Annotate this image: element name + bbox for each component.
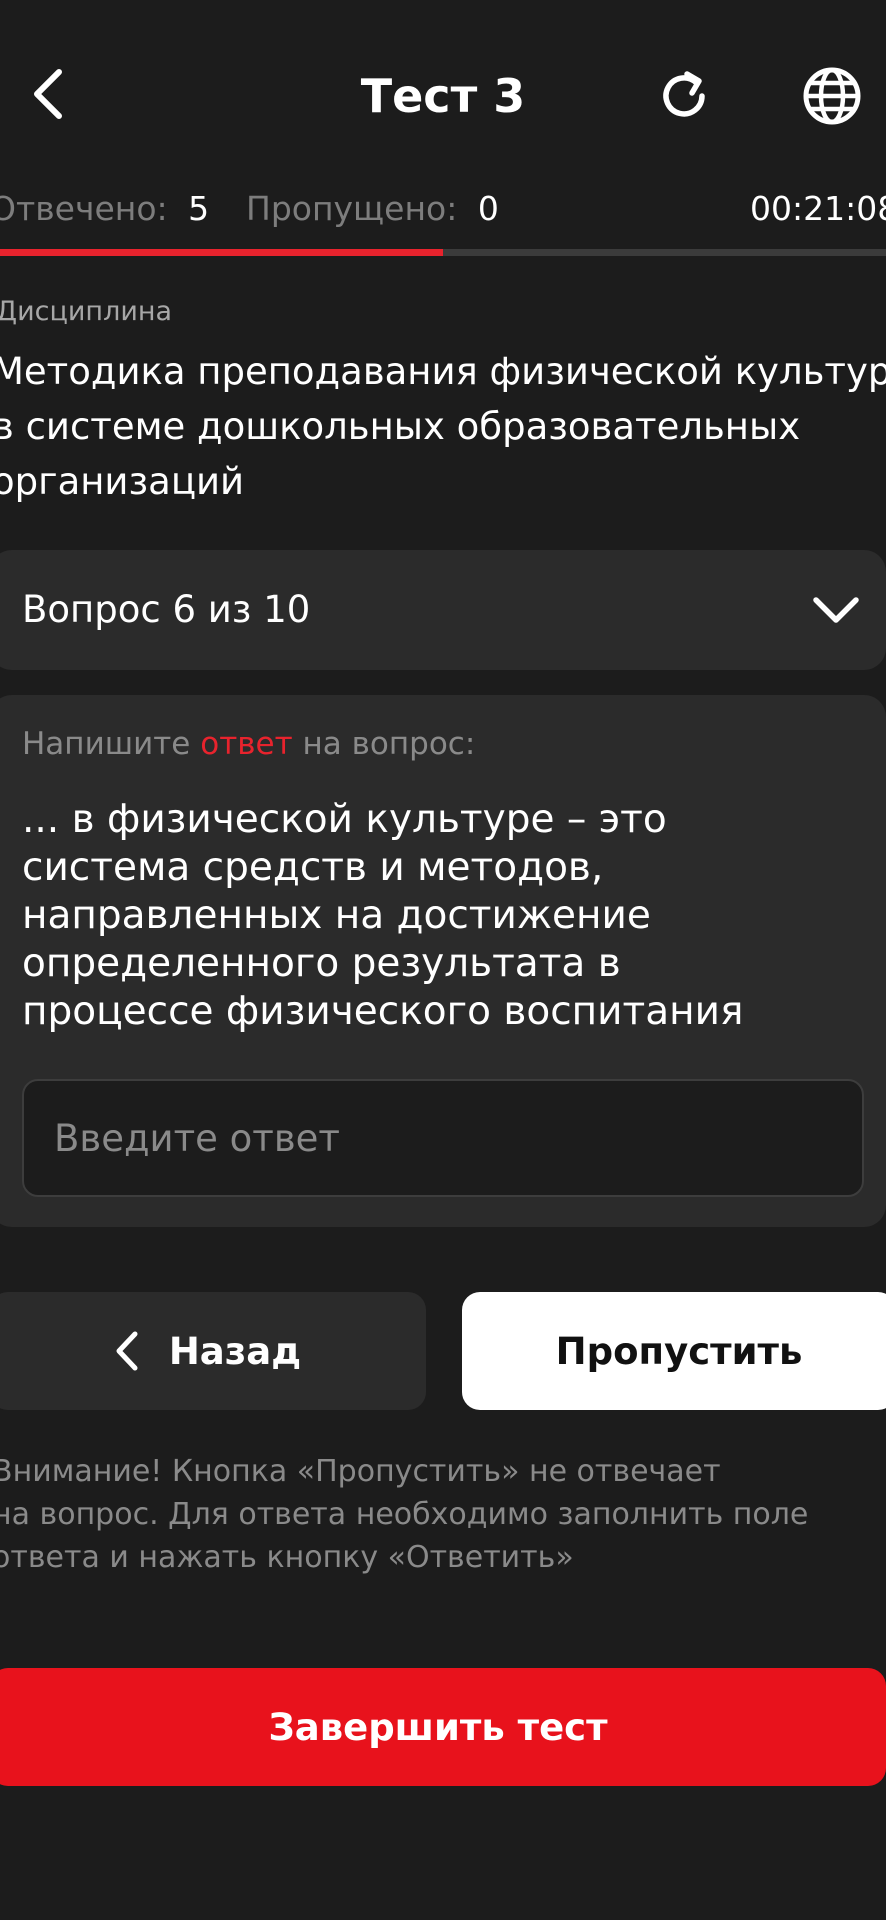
finish-test-button[interactable]: Завершить тест — [0, 1668, 886, 1786]
skipped-stat: Пропущено: 0 — [246, 186, 499, 232]
discipline-label: Дисциплина — [0, 296, 173, 327]
answered-value: 5 — [188, 189, 210, 228]
question-prompt-accent: ответ — [200, 726, 293, 762]
discipline-name: Методика преподавания физической культур… — [0, 344, 886, 509]
skipped-value: 0 — [477, 189, 499, 228]
language-button[interactable] — [800, 64, 864, 128]
question-text-line: процессе физического воспитания — [22, 989, 744, 1034]
finish-test-label: Завершить тест — [268, 1705, 608, 1749]
question-text-line: ... в физической культуре – это — [22, 797, 667, 842]
discipline-name-line: организаций — [0, 460, 245, 503]
discipline-name-line: в системе дошкольных образовательных — [0, 405, 801, 448]
skip-warning-line: на вопрос. Для ответа необходимо заполни… — [0, 1497, 809, 1532]
question-prompt: Напишите ответ на вопрос: — [22, 720, 475, 768]
question-selector-toggle[interactable] — [808, 586, 864, 634]
question-text: ... в физической культуре – это система … — [22, 796, 862, 1036]
answered-stat: Отвечено: 5 — [0, 186, 209, 232]
skip-button[interactable]: Пропустить — [462, 1292, 886, 1410]
chevron-left-icon — [116, 1331, 138, 1371]
question-prompt-after: на вопрос: — [292, 726, 476, 762]
back-nav-label: Назад — [168, 1329, 302, 1373]
question-text-line: определенного результата в — [22, 941, 621, 986]
answered-label: Отвечено: — [0, 189, 168, 228]
question-text-line: система средств и методов, — [22, 845, 604, 890]
discipline-name-line: Методика преподавания физической культур… — [0, 350, 886, 393]
chevron-down-icon — [813, 597, 859, 623]
page-title: Тест 3 — [360, 69, 526, 123]
skipped-label: Пропущено: — [246, 189, 458, 228]
timer: 00:21:08 — [750, 189, 886, 228]
answer-input[interactable] — [22, 1079, 864, 1197]
progress-fill — [0, 249, 443, 256]
question-prompt-before: Напишите — [22, 726, 201, 762]
skip-warning: Внимание! Кнопка «Пропустить» не отвечае… — [0, 1450, 886, 1579]
skip-label: Пропустить — [555, 1329, 803, 1373]
reload-button[interactable] — [652, 64, 716, 128]
reload-icon — [663, 71, 705, 117]
back-nav-button[interactable]: Назад — [0, 1292, 426, 1410]
skip-warning-line: Внимание! Кнопка «Пропустить» не отвечае… — [0, 1454, 721, 1489]
question-selector-label: Вопрос 6 из 10 — [22, 588, 311, 631]
skip-warning-line: ответа и нажать кнопку «Ответить» — [0, 1540, 574, 1575]
question-text-line: направленных на достижение — [22, 893, 651, 938]
globe-icon — [803, 67, 861, 125]
